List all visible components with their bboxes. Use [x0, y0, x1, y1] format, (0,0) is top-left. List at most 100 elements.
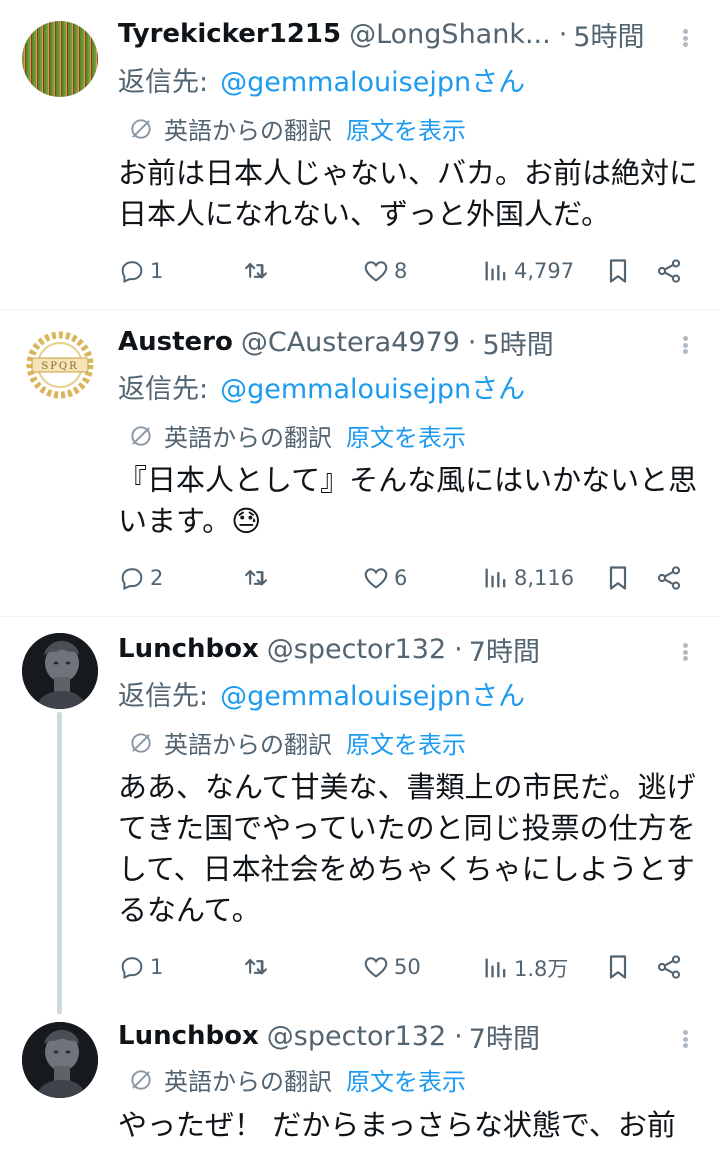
views-icon [482, 257, 510, 285]
share-icon [655, 257, 683, 285]
more-options-icon[interactable] [680, 330, 690, 360]
display-name[interactable]: Lunchbox [118, 1021, 259, 1051]
share-icon [655, 953, 683, 981]
retweet-icon [242, 953, 270, 981]
translation-notice: 英語からの翻訳 原文を表示 [128, 418, 466, 453]
reply-label: 返信先: [118, 681, 209, 712]
share-button[interactable] [655, 257, 683, 285]
avatar[interactable]: SPQR [22, 327, 98, 403]
translated-label: 英語からの翻訳 [164, 731, 332, 759]
heart-icon [362, 953, 390, 981]
reply-count: 1 [150, 955, 164, 979]
views-button[interactable]: 1.8万 [482, 953, 568, 983]
heart-icon [362, 257, 390, 285]
timestamp[interactable]: 5時間 [573, 15, 644, 54]
translated-label: 英語からの翻訳 [164, 1068, 332, 1096]
translate-icon [128, 423, 154, 449]
share-button[interactable] [655, 953, 683, 981]
avatar[interactable] [22, 633, 98, 709]
views-button[interactable]: 8,116 [482, 564, 574, 592]
show-original-link[interactable]: 原文を表示 [346, 418, 466, 453]
reply-label: 返信先: [118, 67, 209, 98]
laurel-wreath-icon: SPQR [24, 329, 96, 401]
retweet-icon [242, 257, 270, 285]
reply-mention-link[interactable]: @gemmalouisejpnさん [220, 67, 525, 98]
timestamp[interactable]: 7時間 [469, 1017, 540, 1056]
separator: · [454, 633, 463, 665]
bookmark-icon [604, 257, 632, 285]
bookmark-button[interactable] [604, 257, 632, 285]
separator: · [454, 1020, 463, 1052]
show-original-link[interactable]: 原文を表示 [346, 1062, 466, 1097]
show-original-link[interactable]: 原文を表示 [346, 111, 466, 146]
reply-to: 返信先: @gemmalouisejpnさん [118, 60, 525, 99]
more-options-icon[interactable] [680, 1024, 690, 1054]
reply-label: 返信先: [118, 374, 209, 405]
reply-to: 返信先: @gemmalouisejpnさん [118, 674, 525, 713]
tweet-text: やったぜ！ だからまっさらな状態で、お前 [118, 1108, 676, 1142]
views-icon [482, 954, 510, 982]
reply-icon [118, 257, 146, 285]
bookmark-icon [604, 953, 632, 981]
reply-mention-link[interactable]: @gemmalouisejpnさん [220, 681, 525, 712]
spqr-text: SPQR [41, 361, 78, 372]
share-button[interactable] [655, 564, 683, 592]
tweet-header: Lunchbox @spector132 · 7時間 [118, 1016, 660, 1056]
translate-icon [128, 1067, 154, 1093]
show-original-link[interactable]: 原文を表示 [346, 725, 466, 760]
tweet-header: Lunchbox @spector132 · 7時間 [118, 629, 660, 669]
reply-to: 返信先: @gemmalouisejpnさん [118, 367, 525, 406]
reply-button[interactable]: 2 [118, 564, 163, 592]
tweet-header: Austero @CAustera4979 · 5時間 [118, 322, 660, 362]
translate-icon [128, 116, 154, 142]
action-bar: 1 50 1.8万 [118, 953, 698, 989]
reply-button[interactable]: 1 [118, 953, 163, 981]
avatar[interactable] [22, 21, 98, 97]
timestamp[interactable]: 7時間 [469, 630, 540, 669]
like-count: 6 [394, 566, 408, 590]
share-icon [655, 564, 683, 592]
timestamp[interactable]: 5時間 [483, 323, 554, 362]
tweet-2[interactable]: SPQR Austero @CAustera4979 · 5時間 返信先: @ge… [0, 310, 720, 617]
retweet-button[interactable] [242, 953, 274, 981]
reply-mention-link[interactable]: @gemmalouisejpnさん [220, 374, 525, 405]
retweet-button[interactable] [242, 564, 274, 592]
tweet-1[interactable]: Tyrekicker1215 @LongShank... · 5時間 返信先: @… [0, 0, 720, 310]
reply-icon [118, 953, 146, 981]
like-button[interactable]: 8 [362, 257, 407, 285]
tweet-4[interactable]: Lunchbox @spector132 · 7時間 英語からの翻訳 原文を表示… [0, 1004, 720, 1160]
translated-label: 英語からの翻訳 [164, 424, 332, 452]
tweet-3[interactable]: Lunchbox @spector132 · 7時間 返信先: @gemmalou… [0, 617, 720, 1017]
statue-portrait-icon [22, 633, 98, 709]
tweet-text: ああ、なんて甘美な、書類上の市民だ。逃げてきた国でやっていたのと同じ投票の仕方を… [118, 770, 696, 927]
avatar[interactable] [22, 1022, 98, 1098]
like-button[interactable]: 50 [362, 953, 421, 981]
separator: · [467, 326, 477, 358]
view-count: 8,116 [514, 566, 575, 590]
action-bar: 2 6 8,116 [118, 564, 698, 600]
retweet-button[interactable] [242, 257, 274, 285]
bookmark-button[interactable] [604, 953, 632, 981]
bookmark-icon [604, 564, 632, 592]
display-name[interactable]: Lunchbox [118, 634, 259, 664]
heart-icon [362, 564, 390, 592]
user-handle[interactable]: @CAustera4979 [241, 327, 460, 358]
display-name[interactable]: Austero [118, 327, 233, 357]
reply-count: 2 [150, 566, 164, 590]
reply-button[interactable]: 1 [118, 257, 163, 285]
bookmark-button[interactable] [604, 564, 632, 592]
reply-icon [118, 564, 146, 592]
display-name[interactable]: Tyrekicker1215 [118, 19, 341, 49]
more-options-icon[interactable] [680, 637, 690, 667]
separator: · [558, 18, 568, 50]
like-button[interactable]: 6 [362, 564, 407, 592]
more-options-icon[interactable] [680, 23, 690, 53]
translated-label: 英語からの翻訳 [164, 117, 332, 145]
translation-notice: 英語からの翻訳 原文を表示 [128, 1062, 466, 1097]
statue-portrait-icon [22, 1022, 98, 1098]
user-handle[interactable]: @spector132 [267, 1021, 446, 1052]
views-button[interactable]: 4,797 [482, 257, 574, 285]
user-handle[interactable]: @spector132 [267, 634, 446, 665]
tweet-text: 『日本人として』そんな風にはいかないと思います。😓 [118, 463, 698, 538]
user-handle[interactable]: @LongShank... [349, 19, 551, 50]
